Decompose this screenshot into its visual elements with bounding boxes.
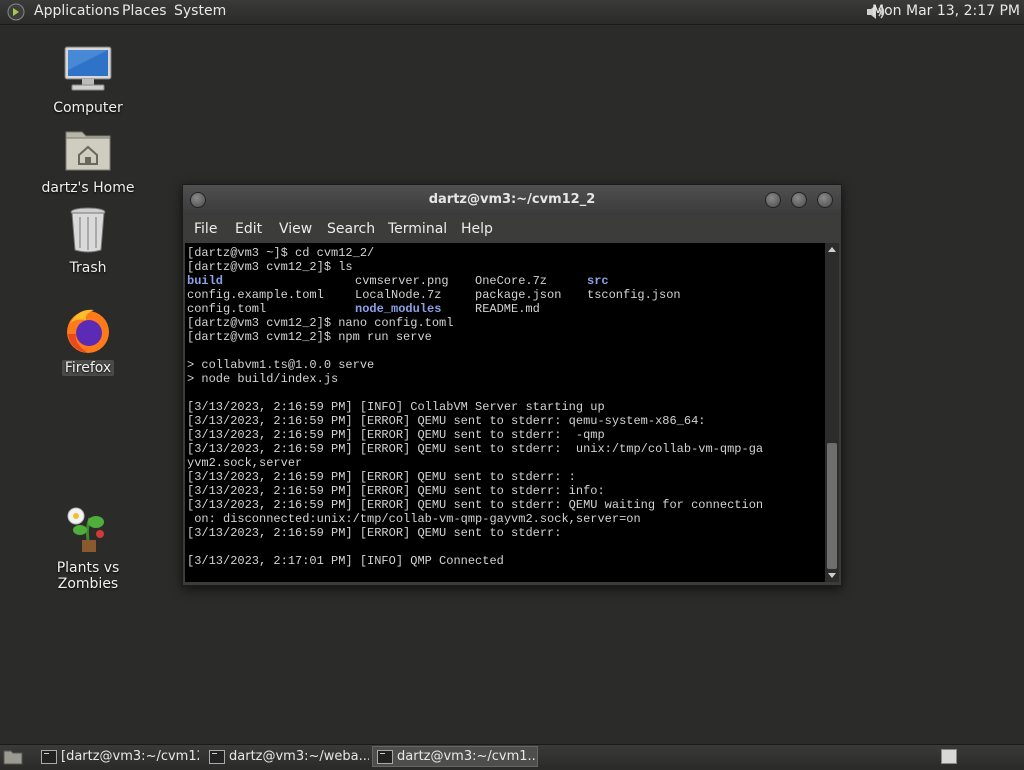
ls-file-entry: README.md bbox=[475, 302, 540, 316]
desktop-icon-firefox[interactable]: Firefox bbox=[33, 304, 143, 376]
bottom-panel: [dartz@vm3:~/cvm12] dartz@vm3:~/weba... … bbox=[0, 744, 1024, 769]
clock[interactable]: Mon Mar 13, 2:17 PM bbox=[872, 3, 1020, 19]
window-titlebar[interactable]: dartz@vm3:~/cvm12_2 bbox=[183, 185, 841, 215]
terminal-line: > collabvm1.ts@1.0.0 serve bbox=[187, 358, 375, 372]
home-folder-icon bbox=[60, 124, 116, 176]
scroll-up-arrow-icon[interactable] bbox=[828, 247, 836, 252]
terminal-window[interactable]: dartz@vm3:~/cvm12_2 File Edit View Searc… bbox=[182, 184, 842, 586]
workspace-switcher[interactable] bbox=[941, 749, 957, 764]
desktop-icon-plants-vs-zombies[interactable]: Plants vs Zombies bbox=[33, 504, 143, 592]
terminal-line: [3/13/2023, 2:17:01 PM] [INFO] QMP Conne… bbox=[187, 554, 504, 568]
scrollbar-thumb[interactable] bbox=[827, 443, 837, 569]
menu-search[interactable]: Search bbox=[327, 221, 375, 237]
ls-output-row: build cvmserver.png OneCore.7z src bbox=[187, 274, 823, 288]
applications-menu[interactable]: Applications bbox=[34, 3, 120, 19]
desktop-icon-trash[interactable]: Trash bbox=[33, 204, 143, 276]
terminal-line: [3/13/2023, 2:16:59 PM] [ERROR] QEMU sen… bbox=[187, 484, 605, 498]
terminal-line: [dartz@vm3 cvm12_2]$ npm run serve bbox=[187, 330, 432, 344]
ls-dir-entry: build bbox=[187, 274, 224, 288]
maximize-button[interactable] bbox=[791, 192, 807, 208]
ls-file-entry: cvmserver.png bbox=[355, 274, 449, 288]
ls-file-entry: tsconfig.json bbox=[587, 288, 681, 302]
terminal-icon bbox=[41, 750, 57, 764]
terminal-line: [3/13/2023, 2:16:59 PM] [ERROR] QEMU sen… bbox=[187, 498, 764, 512]
desktop-icon-label: Firefox bbox=[61, 360, 115, 376]
places-menu[interactable]: Places bbox=[122, 3, 167, 19]
terminal-icon bbox=[377, 750, 393, 764]
taskbar-button-active[interactable]: dartz@vm3:~/cvm1... bbox=[372, 746, 538, 767]
menu-view[interactable]: View bbox=[279, 221, 312, 237]
terminal-icon bbox=[209, 750, 225, 764]
ls-output-row: config.example.toml LocalNode.7z package.j… bbox=[187, 288, 823, 302]
ls-file-entry: LocalNode.7z bbox=[355, 288, 442, 302]
plants-vs-zombies-icon bbox=[60, 504, 116, 556]
trash-icon bbox=[60, 204, 116, 256]
taskbar-button-label: dartz@vm3:~/weba... bbox=[229, 749, 370, 764]
menu-file[interactable]: File bbox=[194, 221, 217, 237]
desktop-icon-label: Computer bbox=[53, 100, 123, 116]
menu-help[interactable]: Help bbox=[461, 221, 493, 237]
terminal-line: yvm2.sock,server bbox=[187, 456, 303, 470]
scroll-down-arrow-icon[interactable] bbox=[828, 573, 836, 578]
top-panel: Applications Places System Mon Mar 13, 2… bbox=[0, 0, 1024, 25]
terminal-menubar: File Edit View Search Terminal Help bbox=[183, 215, 841, 243]
terminal-line: [3/13/2023, 2:16:59 PM] [ERROR] QEMU sen… bbox=[187, 526, 562, 540]
menu-terminal[interactable]: Terminal bbox=[388, 221, 447, 237]
terminal-line: [3/13/2023, 2:16:59 PM] [ERROR] QEMU sen… bbox=[187, 442, 764, 456]
firefox-icon bbox=[60, 304, 116, 356]
desktop-icon-label: Plants vs Zombies bbox=[56, 560, 120, 592]
ls-file-entry: config.toml bbox=[187, 302, 267, 316]
system-menu[interactable]: System bbox=[174, 3, 226, 19]
computer-icon bbox=[60, 44, 116, 96]
gnome-foot-icon[interactable] bbox=[6, 2, 26, 26]
terminal-line: [dartz@vm3 cvm12_2]$ nano config.toml bbox=[187, 316, 454, 330]
window-title: dartz@vm3:~/cvm12_2 bbox=[428, 192, 596, 207]
terminal-line: > node build/index.js bbox=[187, 372, 339, 386]
ls-dir-entry: node_modules bbox=[355, 302, 442, 316]
terminal-screen[interactable]: [dartz@vm3 ~]$ cd cvm12_2/[dartz@vm3 cvm… bbox=[185, 243, 825, 582]
terminal-line: [dartz@vm3 ~]$ cd cvm12_2/ bbox=[187, 246, 375, 260]
taskbar-button-label: dartz@vm3:~/cvm1... bbox=[397, 749, 538, 764]
menu-edit[interactable]: Edit bbox=[235, 221, 262, 237]
show-desktop-icon[interactable] bbox=[2, 748, 24, 770]
desktop-icon-label: dartz's Home bbox=[41, 180, 135, 196]
terminal-line: [3/13/2023, 2:16:59 PM] [ERROR] QEMU sen… bbox=[187, 470, 576, 484]
terminal-line: on: disconnected:unix:/tmp/collab-vm-qmp… bbox=[187, 512, 641, 526]
ls-file-entry: package.json bbox=[475, 288, 562, 302]
ls-dir-entry: src bbox=[587, 274, 609, 288]
minimize-button[interactable] bbox=[765, 192, 781, 208]
terminal-line: [3/13/2023, 2:16:59 PM] [ERROR] QEMU sen… bbox=[187, 428, 605, 442]
terminal-scrollbar[interactable] bbox=[825, 243, 839, 582]
ls-output-row: config.toml node_modules README.md bbox=[187, 302, 823, 316]
ls-file-entry: OneCore.7z bbox=[475, 274, 548, 288]
terminal-output: [dartz@vm3 ~]$ cd cvm12_2/[dartz@vm3 cvm… bbox=[185, 243, 825, 568]
close-button[interactable] bbox=[817, 192, 833, 208]
desktop-icon-label: Trash bbox=[69, 260, 107, 276]
ls-file-entry: config.example.toml bbox=[187, 288, 324, 302]
terminal-line: [dartz@vm3 cvm12_2]$ ls bbox=[187, 260, 353, 274]
taskbar-button-label: [dartz@vm3:~/cvm12] bbox=[61, 749, 200, 764]
taskbar-button[interactable]: dartz@vm3:~/weba... bbox=[204, 746, 370, 767]
terminal-line: [3/13/2023, 2:16:59 PM] [ERROR] QEMU sen… bbox=[187, 414, 706, 428]
terminal-line: [3/13/2023, 2:16:59 PM] [INFO] CollabVM … bbox=[187, 400, 605, 414]
desktop-icon-home[interactable]: dartz's Home bbox=[33, 124, 143, 196]
taskbar-button[interactable]: [dartz@vm3:~/cvm12] bbox=[36, 746, 200, 767]
desktop-icon-computer[interactable]: Computer bbox=[33, 44, 143, 116]
